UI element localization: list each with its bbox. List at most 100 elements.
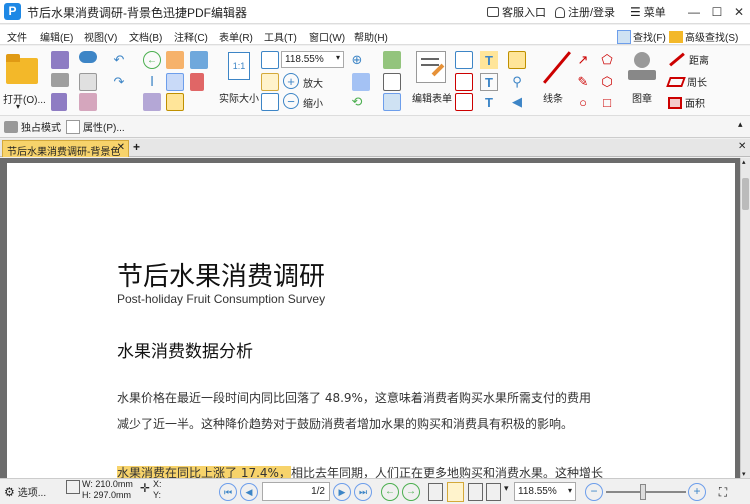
- actual-size-label[interactable]: 实际大小: [219, 90, 259, 105]
- edit-form-icon[interactable]: [416, 51, 446, 83]
- open-label[interactable]: 打开(O)...: [3, 91, 46, 106]
- menu-help[interactable]: 帮助(H): [354, 29, 388, 44]
- properties-button[interactable]: 属性(P)...: [66, 119, 125, 134]
- new-doc-icon[interactable]: [79, 73, 97, 91]
- customer-service-button[interactable]: 客服入口: [487, 3, 546, 21]
- prev-page-icon[interactable]: ◀: [240, 483, 258, 501]
- menu-document[interactable]: 文档(B): [129, 29, 162, 44]
- link-icon[interactable]: [383, 93, 401, 111]
- new-tab-icon[interactable]: +: [133, 140, 140, 154]
- select-area-icon[interactable]: [166, 73, 184, 91]
- next-page-icon[interactable]: ▶: [333, 483, 351, 501]
- pdf-page[interactable]: [7, 163, 735, 483]
- print-icon[interactable]: [51, 73, 69, 87]
- distance-tool[interactable]: 距离: [668, 51, 748, 68]
- close-button[interactable]: ✕: [728, 2, 750, 22]
- tab-close-icon[interactable]: ✕: [117, 142, 125, 153]
- hand-tool-icon[interactable]: [79, 51, 97, 63]
- undo-icon[interactable]: ↶: [110, 51, 128, 69]
- zoom-combo-status[interactable]: 118.55% ▾: [514, 482, 576, 501]
- polygon-icon[interactable]: ⬡: [598, 73, 616, 91]
- fit-width-icon[interactable]: [261, 73, 279, 91]
- zoom-in-icon[interactable]: +: [688, 483, 706, 501]
- zoom-combo[interactable]: 118.55% ▾: [281, 51, 344, 68]
- line-icon[interactable]: [542, 51, 572, 84]
- menu-window[interactable]: 窗口(W): [309, 29, 345, 44]
- magnifier-icon[interactable]: ⊕: [348, 51, 366, 69]
- single-page-icon[interactable]: [428, 483, 443, 501]
- menu-file[interactable]: 文件: [7, 29, 27, 44]
- fullscreen-icon[interactable]: ⛶: [714, 483, 732, 501]
- menu-comment[interactable]: 注释(C): [174, 29, 208, 44]
- last-page-icon[interactable]: ⏭: [354, 483, 372, 501]
- zoom-in-label[interactable]: 放大: [303, 75, 323, 90]
- hand-icon[interactable]: [166, 51, 184, 69]
- fit-visible-icon[interactable]: [261, 93, 279, 111]
- text-field-icon[interactable]: [455, 51, 473, 69]
- image-icon[interactable]: [383, 51, 401, 69]
- document-tab[interactable]: 节后水果消费调研-背景色 ✕: [2, 140, 129, 158]
- close-all-icon[interactable]: ✕: [738, 141, 746, 152]
- zoom-slider[interactable]: [606, 491, 686, 493]
- text-tool-icon[interactable]: [383, 73, 401, 91]
- radio-field-icon[interactable]: [455, 93, 473, 111]
- zoom-slider-thumb[interactable]: [640, 484, 646, 500]
- perimeter-tool[interactable]: 周长: [666, 73, 748, 90]
- facing-continuous-icon[interactable]: [486, 483, 501, 501]
- menu-edit[interactable]: 编辑(E): [40, 29, 73, 44]
- first-page-icon[interactable]: ⏮: [219, 483, 237, 501]
- exclusive-mode-button[interactable]: 独占模式: [4, 119, 61, 134]
- pencil-icon[interactable]: ✎: [574, 73, 592, 91]
- rotate-view-icon[interactable]: [352, 73, 370, 91]
- page-setup-icon[interactable]: [51, 93, 67, 111]
- page-number-input[interactable]: 1/2: [262, 482, 330, 501]
- stamp-icon[interactable]: [626, 50, 658, 84]
- view-mode-dropdown-icon[interactable]: ▾: [504, 483, 512, 501]
- scroll-down-icon[interactable]: ▾: [742, 470, 746, 478]
- checkbox-field-icon[interactable]: [455, 73, 473, 91]
- attach-icon[interactable]: ⚲: [508, 73, 526, 91]
- fit-page-icon[interactable]: [261, 51, 279, 69]
- options-button[interactable]: ⚙ 选项...: [4, 484, 46, 500]
- find-button[interactable]: 查找(F): [617, 28, 667, 45]
- chevron-down-icon[interactable]: ▾: [16, 102, 20, 111]
- redo-icon[interactable]: ↷: [110, 73, 128, 91]
- note-icon[interactable]: [508, 51, 526, 69]
- scroll-thumb[interactable]: [742, 178, 749, 210]
- menu-form[interactable]: 表单(R): [219, 29, 253, 44]
- stamp-label[interactable]: 图章: [632, 90, 652, 105]
- sound-icon[interactable]: ◀: [508, 93, 526, 111]
- zoom-out-icon[interactable]: −: [283, 93, 299, 109]
- select-text-icon[interactable]: Ⅰ: [143, 73, 161, 91]
- typewriter-icon[interactable]: [190, 73, 204, 91]
- callout-icon[interactable]: T: [480, 93, 498, 111]
- open-folder-icon[interactable]: [4, 52, 40, 88]
- zoom-in-icon[interactable]: +: [283, 73, 299, 89]
- menu-button[interactable]: ☰ 菜单: [630, 3, 666, 21]
- collapse-arrow-icon[interactable]: ▴: [738, 119, 743, 130]
- actual-size-icon[interactable]: 1:1: [228, 52, 250, 80]
- zoom-out-label[interactable]: 缩小: [303, 95, 323, 110]
- save-icon[interactable]: [51, 51, 69, 69]
- rectangle-icon[interactable]: □: [598, 93, 616, 111]
- scroll-up-icon[interactable]: ▴: [742, 158, 746, 166]
- login-button[interactable]: 注册/登录: [555, 3, 615, 21]
- advanced-find-button[interactable]: 高级查找(S): [669, 28, 749, 45]
- maximize-button[interactable]: ☐: [706, 2, 728, 22]
- vertical-scrollbar[interactable]: ▴ ▾: [740, 158, 750, 478]
- arrow-icon[interactable]: ↗: [574, 51, 592, 69]
- zoom-out-icon[interactable]: −: [585, 483, 603, 501]
- forward-view-icon[interactable]: →: [402, 483, 420, 501]
- camera-icon[interactable]: [190, 51, 208, 69]
- menu-view[interactable]: 视图(V): [84, 29, 117, 44]
- rotate-icon[interactable]: ⟲: [348, 93, 366, 111]
- typewriter-text-icon[interactable]: T: [480, 51, 498, 69]
- facing-page-icon[interactable]: [468, 483, 483, 501]
- line-label[interactable]: 线条: [543, 90, 563, 105]
- back-icon[interactable]: ←: [143, 51, 161, 69]
- edit-form-label[interactable]: 编辑表单: [412, 90, 452, 105]
- snapshot-icon[interactable]: [143, 93, 161, 111]
- menu-tools[interactable]: 工具(T): [264, 29, 297, 44]
- marquee-icon[interactable]: [166, 93, 184, 111]
- continuous-page-icon[interactable]: [447, 482, 464, 502]
